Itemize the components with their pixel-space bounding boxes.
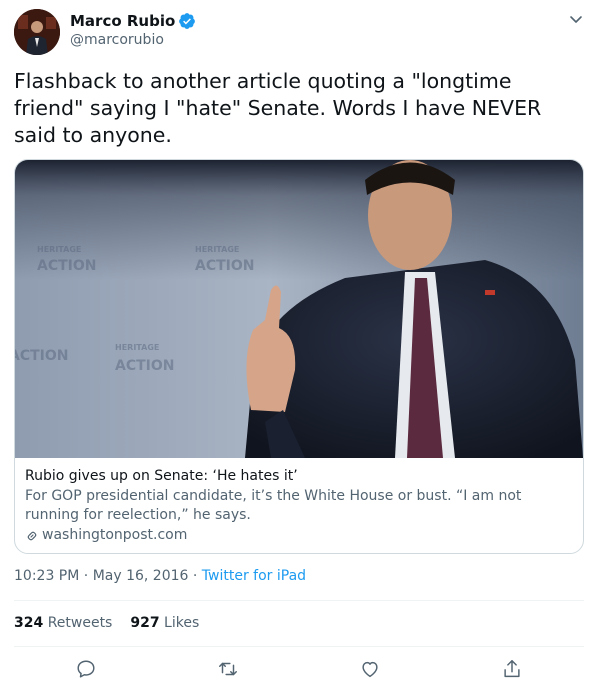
divider [14,646,584,647]
tweet-header: Marco Rubio @marcorubio [14,9,584,55]
card-domain-text: washingtonpost.com [42,527,188,543]
retweets-label: Retweets [47,615,113,631]
backdrop-text: HERITAGE [115,343,159,352]
tweet-meta: 10:23 PM · May 16, 2016 · Twitter for iP… [14,568,306,584]
link-icon [25,529,39,543]
chevron-down-icon[interactable] [568,11,584,27]
card-domain[interactable]: washingtonpost.com [25,526,573,545]
avatar[interactable] [14,9,60,55]
author-handle[interactable]: @marcorubio [70,32,164,48]
meta-separator: · [192,568,198,584]
divider [14,600,584,601]
author-name-row: Marco Rubio [70,12,196,30]
link-card[interactable]: HERITAGE ACTION HERITAGE ACTION HERITAGE… [14,159,584,554]
backdrop-text: ACTION [37,258,97,274]
meta-separator: · [83,568,89,584]
backdrop-text: HERITAGE [37,245,81,254]
retweet-icon[interactable] [217,658,239,680]
retweets-count: 324 [14,615,44,631]
reply-icon[interactable] [75,658,97,680]
card-text: Rubio gives up on Senate: ‘He hates it’ … [25,467,573,545]
backdrop-text: ACTION [195,258,255,274]
share-icon[interactable] [501,658,523,680]
likes-count: 927 [130,615,160,631]
card-image[interactable]: HERITAGE ACTION HERITAGE ACTION HERITAGE… [15,160,583,458]
tweet-time[interactable]: 10:23 PM [14,568,79,584]
card-description: For GOP presidential candidate, it’s the… [25,488,522,523]
verified-badge-icon [178,12,196,30]
backdrop-text: HERITAGE [195,245,239,254]
card-title[interactable]: Rubio gives up on Senate: ‘He hates it’ [25,467,573,486]
likes-label: Likes [164,615,200,631]
like-icon[interactable] [359,658,381,680]
tweet: Marco Rubio @marcorubio Flashback to ano… [0,0,598,693]
tweet-text: Flashback to another article quoting a "… [14,69,548,147]
backdrop-text: ACTION [15,348,69,364]
retweets-stat[interactable]: 324 Retweets [14,615,112,631]
likes-stat[interactable]: 927 Likes [130,615,199,631]
backdrop-text: ACTION [115,358,175,374]
tweet-actions [0,658,598,684]
author-name[interactable]: Marco Rubio [70,12,175,30]
tweet-source[interactable]: Twitter for iPad [202,568,306,584]
tweet-date[interactable]: May 16, 2016 [93,568,189,584]
tweet-stats: 324 Retweets 927 Likes [14,615,217,631]
